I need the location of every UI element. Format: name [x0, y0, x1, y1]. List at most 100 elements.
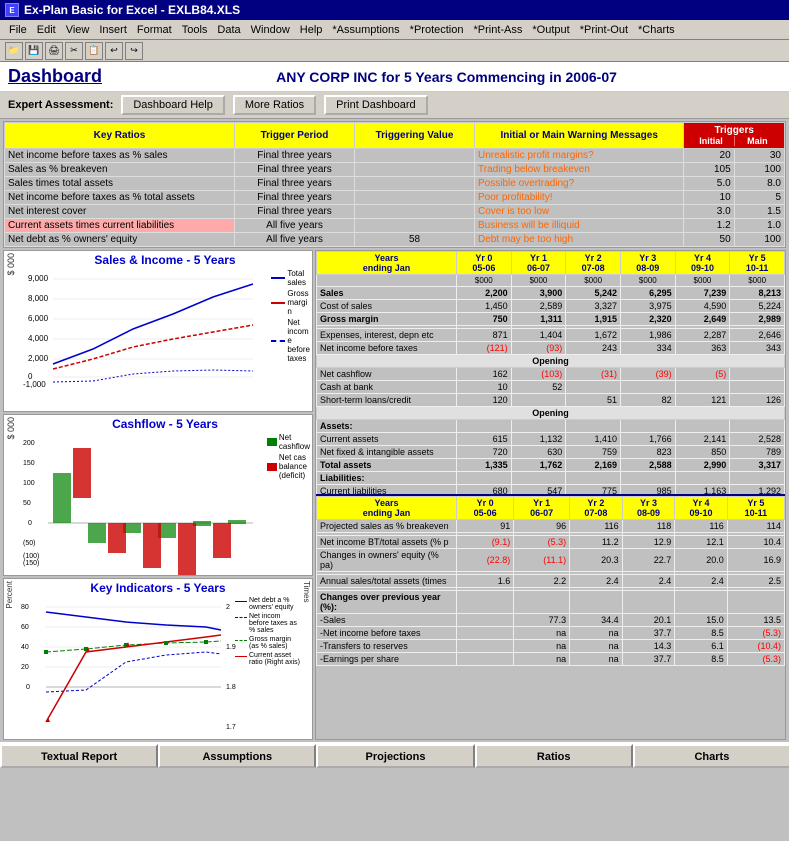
- toolbar-btn-5[interactable]: 📋: [85, 42, 103, 60]
- data-cell: 82: [620, 394, 675, 407]
- svg-text:1.8: 1.8: [226, 684, 236, 691]
- data-cell: 2,989: [730, 313, 785, 326]
- nav-assumptions[interactable]: Assumptions: [158, 744, 316, 768]
- svg-text:2,000: 2,000: [28, 354, 49, 363]
- data-label: Cash at bank: [317, 381, 457, 394]
- data-label: Assets:: [317, 420, 457, 433]
- data-cell2: 13.5: [727, 614, 784, 627]
- data-cell: 1,986: [620, 329, 675, 342]
- data-cell2: (10.4): [727, 640, 784, 653]
- y-axis-label-right: Times: [300, 579, 312, 604]
- data-cell: 120: [457, 394, 512, 407]
- data-cell2: na: [514, 627, 570, 640]
- menu-tools[interactable]: Tools: [178, 23, 212, 37]
- ratio-warning: Unrealistic profit margins?: [475, 149, 684, 163]
- data-label2: -Sales: [317, 614, 457, 627]
- menu-protection[interactable]: *Protection: [406, 23, 468, 37]
- svg-text:(50): (50): [23, 540, 35, 547]
- ratio-label: Sales times total assets: [5, 177, 235, 191]
- svg-text:(150): (150): [23, 560, 39, 567]
- dashboard-help-button[interactable]: Dashboard Help: [121, 95, 225, 115]
- data-cell2: 77.3: [514, 614, 570, 627]
- data-cell: 2,588: [620, 459, 675, 472]
- section-header: Opening: [317, 355, 785, 368]
- data-cell: 6,295: [620, 287, 675, 300]
- svg-text:2: 2: [226, 604, 230, 611]
- toolbar-btn-6[interactable]: ↩: [105, 42, 123, 60]
- data-cell2: 114: [727, 520, 784, 533]
- nav-charts[interactable]: Charts: [633, 744, 789, 768]
- data-label: Net income before taxes: [317, 342, 457, 355]
- menu-data[interactable]: Data: [213, 23, 244, 37]
- data-cell: 51: [566, 394, 621, 407]
- ratio-period: Final three years: [235, 163, 355, 177]
- nav-ratios[interactable]: Ratios: [475, 744, 633, 768]
- print-dashboard-button[interactable]: Print Dashboard: [324, 95, 428, 115]
- data-cell2: 14.3: [622, 640, 675, 653]
- sales-income-svg: 9,000 8,000 6,000 4,000 2,000 0 -1,000: [23, 269, 263, 389]
- th2-yr1: Yr 106-07: [514, 497, 570, 520]
- svg-text:-1,000: -1,000: [23, 380, 46, 389]
- menu-help[interactable]: Help: [296, 23, 327, 37]
- menu-print-ass[interactable]: *Print-Ass: [469, 23, 526, 37]
- toolbar-btn-1[interactable]: 📁: [5, 42, 23, 60]
- data-cell2: 2.2: [514, 575, 570, 588]
- ratio-initial: 105: [684, 163, 734, 177]
- menu-view[interactable]: View: [62, 23, 94, 37]
- menu-insert[interactable]: Insert: [95, 23, 131, 37]
- ratio-value: [355, 191, 475, 205]
- ratio-value: [355, 205, 475, 219]
- data-cell: (31): [566, 368, 621, 381]
- data-cell: 985: [620, 485, 675, 495]
- col-header-warning: Initial or Main Warning Messages: [475, 123, 684, 149]
- data-cell2: 8.5: [675, 627, 728, 640]
- data-label: Net cashflow: [317, 368, 457, 381]
- data-cell2: 96: [514, 520, 570, 533]
- nav-textual-report[interactable]: Textual Report: [0, 744, 158, 768]
- ratio-period: Final three years: [235, 205, 355, 219]
- menu-print-out[interactable]: *Print-Out: [576, 23, 632, 37]
- dashboard-header: Dashboard ANY CORP INC for 5 Years Comme…: [0, 62, 789, 92]
- th-yr0: Yr 005-06: [457, 252, 512, 275]
- unit-label: [317, 275, 457, 287]
- ratio-warning: Poor profitability!: [475, 191, 684, 205]
- data-cell: 2,646: [730, 329, 785, 342]
- data-cell2: 15.0: [675, 614, 728, 627]
- data-cell: 3,327: [566, 300, 621, 313]
- data-cell: (93): [511, 342, 566, 355]
- menu-charts[interactable]: *Charts: [634, 23, 679, 37]
- ratio-initial: 3.0: [684, 205, 734, 219]
- data-cell: 2,169: [566, 459, 621, 472]
- data-cell: 2,589: [511, 300, 566, 313]
- menu-assumptions[interactable]: *Assumptions: [328, 23, 403, 37]
- key-indicators-title: Key Indicators - 5 Years: [16, 579, 300, 597]
- th2-yr4: Yr 409-10: [675, 497, 728, 520]
- ratio-value: [355, 219, 475, 233]
- toolbar-btn-4[interactable]: ✂: [65, 42, 83, 60]
- data-cell: [675, 472, 730, 485]
- data-label2: Changes in owners' equity (% pa): [317, 549, 457, 572]
- toolbar-btn-7[interactable]: ↪: [125, 42, 143, 60]
- nav-projections[interactable]: Projections: [316, 744, 474, 768]
- data-cell: 343: [730, 342, 785, 355]
- toolbar-btn-3[interactable]: 🖨: [45, 42, 63, 60]
- nav-bar: Textual Report Assumptions Projections R…: [0, 742, 789, 768]
- ratio-warning: Cover is too low: [475, 205, 684, 219]
- menu-format[interactable]: Format: [133, 23, 176, 37]
- menu-edit[interactable]: Edit: [33, 23, 60, 37]
- menu-output[interactable]: *Output: [528, 23, 573, 37]
- more-ratios-button[interactable]: More Ratios: [233, 95, 316, 115]
- y-axis-label-sales: $ 000: [4, 251, 18, 278]
- data-label2: Annual sales/total assets (times: [317, 575, 457, 588]
- data-label: Gross margin: [317, 313, 457, 326]
- data-label: Liabilities:: [317, 472, 457, 485]
- data-cell: 680: [457, 485, 512, 495]
- data-cell2: na: [570, 640, 623, 653]
- ratio-warning: Business will be illiquid: [475, 219, 684, 233]
- menu-window[interactable]: Window: [247, 23, 294, 37]
- ratio-value: [355, 149, 475, 163]
- key-ratios-section: Key Ratios Trigger Period Triggering Val…: [3, 121, 786, 248]
- menu-file[interactable]: File: [5, 23, 31, 37]
- col-header-triggering-value: Triggering Value: [355, 123, 475, 149]
- toolbar-btn-2[interactable]: 💾: [25, 42, 43, 60]
